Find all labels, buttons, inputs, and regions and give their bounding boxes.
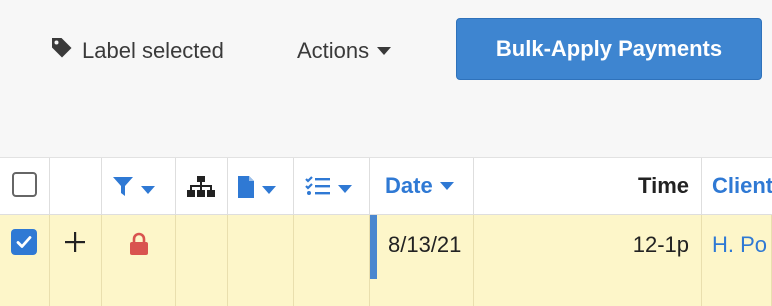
document-dropdown[interactable] <box>237 175 276 204</box>
date-value: 8/13/21 <box>388 232 462 257</box>
hierarchy-button[interactable] <box>186 175 216 204</box>
header-document-cell <box>228 158 294 214</box>
header-time-cell: Time <box>474 158 702 214</box>
client-link[interactable]: H. Po <box>712 232 767 258</box>
row-date-cell: 8/13/21 <box>370 215 474 306</box>
table-header-row: Date Time Client <box>0 158 772 215</box>
document-icon <box>237 175 255 204</box>
header-client-cell: Client <box>702 158 772 214</box>
row-checklist-cell <box>294 215 370 306</box>
toolbar: Label selected Actions Bulk-Apply Paymen… <box>0 0 772 158</box>
date-sort-header[interactable]: Date <box>385 173 454 199</box>
label-selected-button[interactable]: Label selected <box>50 37 224 65</box>
date-indicator-bar <box>370 215 377 279</box>
lock-icon <box>128 232 150 261</box>
client-header-label[interactable]: Client <box>712 173 772 199</box>
filter-icon <box>112 175 134 204</box>
row-checkbox[interactable] <box>11 229 37 255</box>
plus-icon <box>65 232 85 252</box>
header-hierarchy-cell <box>176 158 228 214</box>
time-header-label[interactable]: Time <box>638 173 689 199</box>
select-all-checkbox[interactable] <box>12 172 37 197</box>
row-document-cell <box>228 215 294 306</box>
header-select-cell <box>0 158 50 214</box>
actions-text: Actions <box>297 38 370 63</box>
time-value: 12-1p <box>632 232 689 257</box>
row-time-cell: 12-1p <box>474 215 702 306</box>
hierarchy-icon <box>186 175 216 204</box>
header-date-cell: Date <box>370 158 474 214</box>
row-lock-cell <box>102 215 176 306</box>
label-selected-text: Label selected <box>82 38 224 63</box>
row-select-cell <box>0 215 50 306</box>
tag-icon <box>50 36 74 66</box>
table-row[interactable]: 8/13/21 12-1p H. Po <box>0 215 772 306</box>
header-filter-cell <box>102 158 176 214</box>
caret-down-icon <box>262 185 276 194</box>
header-expand-cell <box>50 158 102 214</box>
appointments-table: Date Time Client 8/13/21 12-1p H. Po <box>0 158 772 306</box>
checkmark-icon <box>16 236 32 248</box>
row-client-cell: H. Po <box>702 215 772 306</box>
date-header-label: Date <box>385 173 433 198</box>
checklist-icon <box>305 175 331 202</box>
caret-down-icon <box>377 47 392 55</box>
header-checklist-cell <box>294 158 370 214</box>
filter-dropdown[interactable] <box>112 175 155 204</box>
caret-down-icon <box>141 185 155 194</box>
caret-down-icon <box>338 184 352 193</box>
expand-row-button[interactable] <box>64 231 86 258</box>
actions-dropdown[interactable]: Actions <box>297 37 392 65</box>
caret-down-icon <box>439 182 454 190</box>
bulk-apply-payments-button[interactable]: Bulk-Apply Payments <box>456 18 762 80</box>
checklist-dropdown[interactable] <box>305 175 352 202</box>
row-hierarchy-cell <box>176 215 228 306</box>
row-expand-cell <box>50 215 102 306</box>
